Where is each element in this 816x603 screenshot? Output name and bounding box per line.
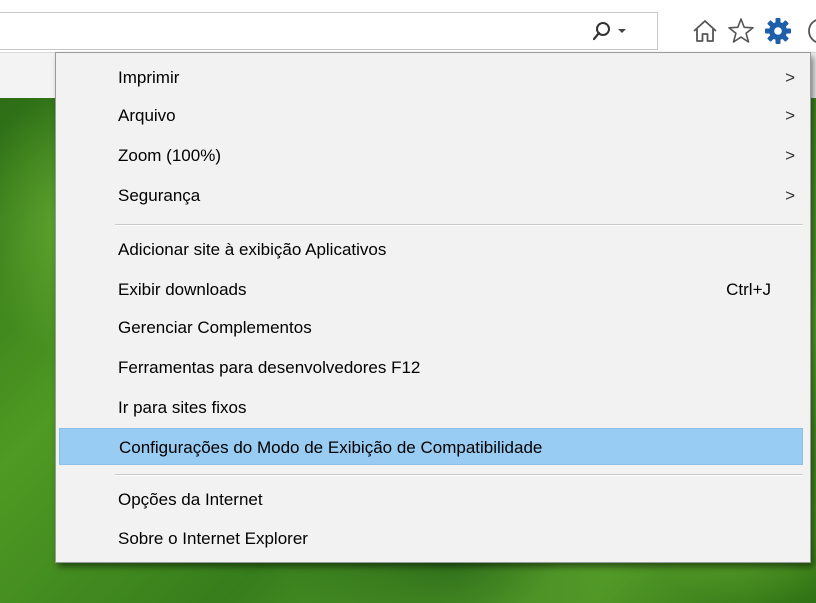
browser-toolbar: [0, 0, 816, 52]
feedback-button[interactable]: [806, 16, 816, 46]
search-icon: [592, 22, 610, 41]
menu-item-label: Ir para sites fixos: [118, 398, 247, 417]
home-button[interactable]: [690, 16, 720, 46]
submenu-arrow-icon: >: [785, 186, 795, 205]
menu-item-shortcut: Ctrl+J: [726, 280, 771, 299]
menu-separator: [115, 224, 803, 226]
menu-item-seguranca[interactable]: Segurança >: [59, 177, 803, 214]
menu-item-ferramentas-desenvolvedores[interactable]: Ferramentas para desenvolvedores F12: [59, 349, 803, 386]
tools-menu: Imprimir > Arquivo > Zoom (100%) > Segur…: [55, 52, 811, 563]
menu-separator: [115, 474, 803, 476]
home-icon: [693, 20, 717, 42]
menu-item-exibir-downloads[interactable]: Exibir downloads Ctrl+J: [59, 271, 803, 308]
tools-button[interactable]: [763, 16, 793, 46]
menu-item-label: Ferramentas para desenvolvedores F12: [118, 358, 421, 377]
submenu-arrow-icon: >: [785, 106, 795, 125]
menu-item-label: Adicionar site à exibição Aplicativos: [118, 240, 387, 259]
menu-item-imprimir[interactable]: Imprimir >: [59, 59, 803, 96]
chevron-down-icon: [618, 29, 626, 33]
menu-item-label: Segurança: [118, 186, 201, 205]
gear-icon: [765, 18, 791, 44]
favorites-button[interactable]: [726, 16, 756, 46]
submenu-arrow-icon: >: [785, 146, 795, 165]
favorites-star-icon: [728, 18, 754, 43]
menu-item-adicionar-site[interactable]: Adicionar site à exibição Aplicativos: [59, 231, 803, 268]
menu-item-arquivo[interactable]: Arquivo >: [59, 97, 803, 134]
menu-item-label: Opções da Internet: [118, 490, 263, 509]
menu-item-label: Zoom (100%): [118, 146, 221, 165]
menu-item-label: Imprimir: [118, 68, 180, 87]
menu-item-gerenciar-complementos[interactable]: Gerenciar Complementos: [59, 309, 803, 346]
menu-item-sites-fixos[interactable]: Ir para sites fixos: [59, 389, 803, 426]
menu-item-label: Arquivo: [118, 106, 176, 125]
smiley-icon: [808, 19, 816, 43]
menu-item-sobre-ie[interactable]: Sobre o Internet Explorer: [59, 520, 803, 557]
search-button[interactable]: [591, 17, 631, 45]
menu-item-compatibilidade[interactable]: Configurações do Modo de Exibição de Com…: [59, 428, 803, 465]
menu-item-label: Configurações do Modo de Exibição de Com…: [119, 438, 543, 457]
menu-item-opcoes-internet[interactable]: Opções da Internet: [59, 481, 803, 518]
menu-item-label: Gerenciar Complementos: [118, 318, 312, 337]
menu-item-label: Sobre o Internet Explorer: [118, 529, 308, 548]
menu-item-zoom[interactable]: Zoom (100%) >: [59, 137, 803, 174]
address-bar[interactable]: [0, 12, 658, 50]
menu-item-label: Exibir downloads: [118, 280, 247, 299]
submenu-arrow-icon: >: [785, 68, 795, 87]
